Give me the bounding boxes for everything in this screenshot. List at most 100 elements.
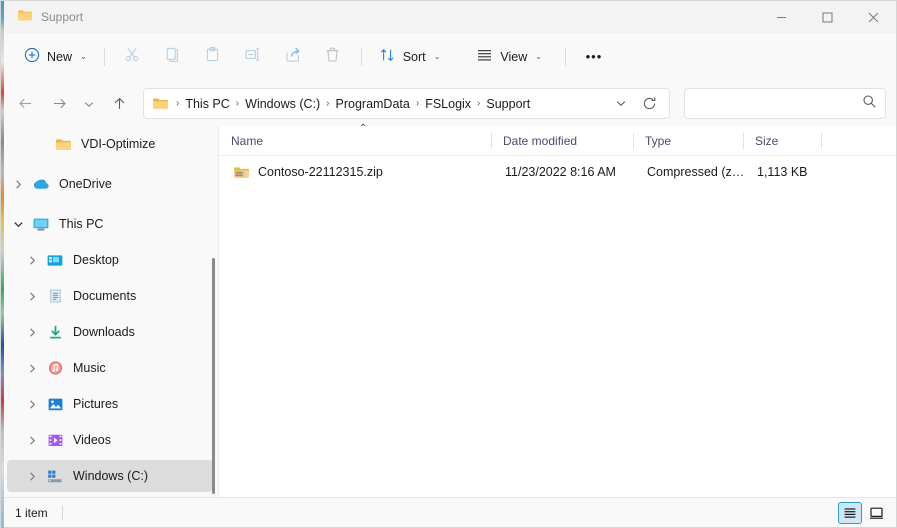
up-button[interactable] bbox=[103, 89, 135, 119]
sidebar-scrollbar[interactable] bbox=[212, 258, 215, 494]
recent-locations-button[interactable] bbox=[77, 89, 101, 119]
window-controls bbox=[758, 1, 896, 32]
back-button[interactable] bbox=[9, 89, 41, 119]
large-icons-view-button[interactable] bbox=[864, 502, 888, 524]
drive-icon bbox=[43, 469, 67, 484]
share-button[interactable] bbox=[273, 41, 313, 73]
file-type-cell: Compressed (zipp... bbox=[647, 165, 745, 179]
sidebar-item-documents[interactable]: Documents bbox=[7, 280, 213, 312]
new-button[interactable]: New ⌄ bbox=[15, 41, 96, 73]
sidebar-item-downloads[interactable]: Downloads bbox=[7, 316, 213, 348]
chevron-down-icon: ⌄ bbox=[433, 52, 441, 61]
new-button-label: New bbox=[47, 49, 73, 64]
background-window-sliver bbox=[1, 1, 4, 528]
command-toolbar: New ⌄ Sort ⌄ View ⌄ ••• bbox=[1, 33, 896, 81]
chevron-right-icon[interactable] bbox=[21, 327, 43, 338]
chevron-down-icon: ⌄ bbox=[535, 52, 542, 61]
file-name-label: Contoso-22112315.zip bbox=[258, 165, 383, 179]
chevron-right-icon[interactable] bbox=[21, 435, 43, 446]
column-header-type[interactable]: Type bbox=[633, 126, 743, 156]
sort-button[interactable]: Sort ⌄ bbox=[370, 41, 450, 73]
file-explorer-window: Support New ⌄ Sort ⌄ View ⌄ ••• › This P… bbox=[0, 0, 897, 528]
column-header-label: Date modified bbox=[503, 133, 578, 148]
view-button[interactable]: View ⌄ bbox=[467, 41, 551, 73]
pictures-icon bbox=[43, 397, 67, 412]
toolbar-divider bbox=[103, 47, 105, 66]
column-header-spacer[interactable] bbox=[821, 126, 861, 156]
file-name-cell: Contoso-22112315.zip bbox=[221, 165, 493, 180]
table-row[interactable]: Contoso-22112315.zip 11/23/2022 8:16 AM … bbox=[221, 158, 892, 186]
file-date-modified-cell: 11/23/2022 8:16 AM bbox=[505, 165, 616, 179]
sidebar-item-label: OneDrive bbox=[59, 177, 112, 191]
column-header-label: Type bbox=[645, 133, 672, 148]
copy-button[interactable] bbox=[153, 41, 193, 73]
copy-icon bbox=[164, 46, 181, 68]
sidebar-item-this-pc[interactable]: This PC bbox=[7, 208, 213, 240]
chevron-right-icon[interactable] bbox=[21, 291, 43, 302]
scissors-icon bbox=[124, 46, 141, 68]
column-header-name[interactable]: Name ⌃ bbox=[219, 123, 491, 156]
sidebar-item-videos[interactable]: Videos bbox=[7, 424, 213, 456]
paste-icon bbox=[204, 46, 221, 68]
rename-button[interactable] bbox=[233, 41, 273, 73]
chevron-right-icon[interactable] bbox=[21, 363, 43, 374]
sidebar-item-vdi-optimize[interactable]: VDI-Optimize bbox=[7, 128, 213, 160]
chevron-right-icon[interactable] bbox=[21, 255, 43, 266]
breadcrumb-item-this-pc[interactable]: This PC bbox=[180, 94, 234, 114]
chevron-right-icon[interactable] bbox=[21, 399, 43, 410]
downloads-icon bbox=[43, 324, 67, 340]
search-box[interactable] bbox=[684, 88, 886, 119]
sidebar-item-windows-c[interactable]: Windows (C:) bbox=[7, 460, 213, 492]
documents-icon bbox=[43, 288, 67, 304]
search-input[interactable] bbox=[693, 96, 862, 111]
sidebar-divider bbox=[218, 126, 219, 497]
onedrive-cloud-icon bbox=[29, 177, 53, 191]
sidebar-item-label: Downloads bbox=[73, 325, 135, 339]
sidebar-item-onedrive[interactable]: OneDrive bbox=[7, 168, 213, 200]
close-button[interactable] bbox=[850, 1, 896, 33]
breadcrumb-item-windows-c[interactable]: Windows (C:) bbox=[240, 94, 325, 114]
music-icon bbox=[43, 360, 67, 376]
forward-button[interactable] bbox=[43, 89, 75, 119]
sort-arrows-icon bbox=[379, 47, 396, 66]
folder-icon bbox=[17, 8, 33, 27]
breadcrumb-item-support[interactable]: Support bbox=[481, 94, 535, 114]
refresh-icon[interactable] bbox=[635, 96, 663, 111]
file-size-cell: 1,113 KB bbox=[757, 165, 808, 179]
explorer-tab-support[interactable]: Support bbox=[1, 1, 98, 33]
column-header-size[interactable]: Size bbox=[743, 126, 821, 156]
paste-button[interactable] bbox=[193, 41, 233, 73]
column-header-date-modified[interactable]: Date modified bbox=[491, 126, 633, 156]
ellipsis-icon: ••• bbox=[585, 49, 603, 64]
sidebar-item-label: VDI-Optimize bbox=[81, 137, 156, 151]
sidebar-item-music[interactable]: Music bbox=[7, 352, 213, 384]
sidebar-item-label: Windows (C:) bbox=[73, 469, 149, 483]
delete-button[interactable] bbox=[313, 41, 353, 73]
sidebar-item-label: This PC bbox=[59, 217, 104, 231]
chevron-down-icon[interactable] bbox=[7, 219, 29, 230]
sidebar-item-label: Documents bbox=[73, 289, 137, 303]
sidebar-item-desktop[interactable]: Desktop bbox=[7, 244, 213, 276]
chevron-down-icon: ⌄ bbox=[80, 52, 87, 61]
chevron-right-icon[interactable] bbox=[7, 179, 29, 190]
trash-icon bbox=[324, 46, 341, 68]
file-list-pane: Name ⌃ Date modified Type Size Contoso-2… bbox=[219, 123, 896, 497]
sidebar-item-pictures[interactable]: Pictures bbox=[7, 388, 213, 420]
cut-button[interactable] bbox=[113, 41, 153, 73]
chevron-down-icon[interactable] bbox=[607, 97, 635, 111]
details-view-button[interactable] bbox=[838, 501, 862, 524]
maximize-button[interactable] bbox=[804, 1, 850, 33]
plus-circle-icon bbox=[24, 47, 40, 66]
address-row: › This PC › Windows (C:) › ProgramData ›… bbox=[1, 81, 896, 126]
chevron-right-icon[interactable] bbox=[21, 471, 43, 482]
videos-icon bbox=[43, 433, 67, 448]
breadcrumb: › This PC › Windows (C:) › ProgramData ›… bbox=[175, 94, 607, 114]
sidebar-item-label: Pictures bbox=[73, 397, 119, 411]
address-bar[interactable]: › This PC › Windows (C:) › ProgramData ›… bbox=[143, 88, 670, 119]
toolbar-divider-2 bbox=[360, 47, 362, 66]
breadcrumb-item-fslogix[interactable]: FSLogix bbox=[420, 94, 476, 114]
breadcrumb-item-programdata[interactable]: ProgramData bbox=[331, 94, 415, 114]
minimize-button[interactable] bbox=[758, 1, 804, 33]
search-icon[interactable] bbox=[862, 94, 877, 114]
more-options-button[interactable]: ••• bbox=[574, 41, 614, 73]
